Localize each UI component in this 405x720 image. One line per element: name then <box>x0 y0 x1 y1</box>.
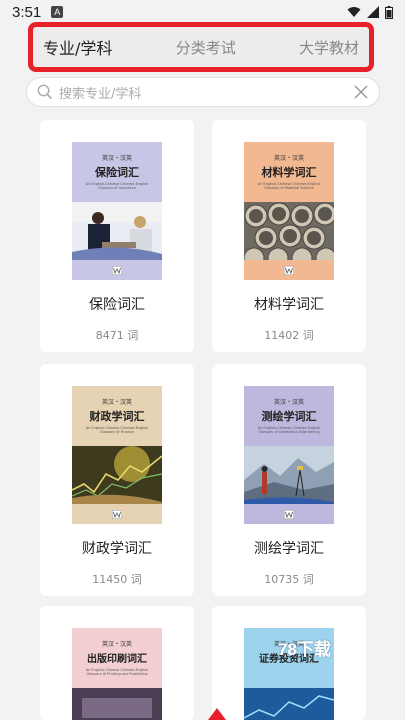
book-card[interactable]: 英汉・汉英 保险词汇 An English-Chinese Chinese-En… <box>40 120 194 352</box>
book-card[interactable]: 英汉・汉英 材料学词汇 An English-Chinese Chinese-E… <box>212 120 366 352</box>
cover-english-title: An English-Chinese Chinese-English Gloss… <box>85 182 149 190</box>
publisher-logo-icon <box>284 266 294 275</box>
book-title: 测绘学词汇 <box>254 541 324 557</box>
cover-subtitle: 英汉・汉英 <box>101 641 132 648</box>
category-tab-bar: 专业/学科 分类考试 大学教材 <box>28 22 374 72</box>
clear-icon[interactable] <box>353 84 369 100</box>
publisher-logo-icon <box>112 510 122 519</box>
cover-title: 测绘学词汇 <box>261 410 317 423</box>
cover-photo-stock-chart <box>72 446 162 504</box>
book-cover-geomatics: 英汉・汉英 测绘学词汇 An English-Chinese Chinese-E… <box>244 386 334 524</box>
notification-a-icon: A <box>51 6 64 18</box>
book-card[interactable]: 英汉・汉英 证券投资词汇 <box>212 606 366 720</box>
cover-photo-securities <box>244 688 334 720</box>
book-cover-insurance: 英汉・汉英 保险词汇 An English-Chinese Chinese-En… <box>72 142 162 280</box>
tab-major-subject[interactable]: 专业/学科 <box>43 35 112 59</box>
cover-title: 材料学词汇 <box>261 166 317 179</box>
cover-photo-meeting <box>72 202 162 260</box>
search-icon <box>37 84 53 100</box>
word-count: 10735 词 <box>264 573 314 586</box>
book-cover-finance: 英汉・汉英 财政学词汇 An English-Chinese Chinese-E… <box>72 386 162 524</box>
word-count: 11450 词 <box>92 573 142 586</box>
cover-subtitle: 英汉・汉英 <box>101 399 132 406</box>
cover-english-title: An English-Chinese Chinese-English Gloss… <box>85 668 149 676</box>
book-title: 财政学词汇 <box>82 541 152 557</box>
cover-title: 保险词汇 <box>95 166 139 179</box>
book-card[interactable]: 英汉・汉英 测绘学词汇 An English-Chinese Chinese-E… <box>212 364 366 596</box>
status-time: 3:51 <box>12 3 42 21</box>
signal-icon <box>367 6 379 18</box>
status-bar: 3:51 A <box>0 0 405 24</box>
book-card[interactable]: 英汉・汉英 出版印刷词汇 An English-Chinese Chinese-… <box>40 606 194 720</box>
tab-exam-category[interactable]: 分类考试 <box>176 37 236 58</box>
cover-title: 出版印刷词汇 <box>87 654 147 665</box>
cover-photo-surveyors <box>244 446 334 504</box>
cover-english-title: An English-Chinese Chinese-English Gloss… <box>257 182 321 190</box>
book-cover-materials: 英汉・汉英 材料学词汇 An English-Chinese Chinese-E… <box>244 142 334 280</box>
battery-icon <box>385 5 393 19</box>
cover-subtitle: 英汉・汉英 <box>273 155 304 162</box>
book-cover-publishing: 英汉・汉英 出版印刷词汇 An English-Chinese Chinese-… <box>72 628 162 720</box>
search-placeholder: 搜索专业/学科 <box>59 86 142 102</box>
search-input[interactable]: 搜索专业/学科 <box>26 77 380 107</box>
word-count: 11402 词 <box>264 329 314 342</box>
cover-photo-printing <box>72 688 162 720</box>
cover-photo-pipes <box>244 202 334 260</box>
publisher-logo-icon <box>284 510 294 519</box>
scroll-indicator-icon <box>208 708 226 720</box>
cover-english-title: An English-Chinese Chinese-English Gloss… <box>85 426 149 434</box>
book-title: 保险词汇 <box>89 297 145 313</box>
book-title: 材料学词汇 <box>254 297 324 313</box>
watermark-text: 78下载 <box>278 640 331 659</box>
cover-subtitle: 英汉・汉英 <box>273 399 304 406</box>
book-card[interactable]: 英汉・汉英 财政学词汇 An English-Chinese Chinese-E… <box>40 364 194 596</box>
wifi-icon <box>347 7 361 17</box>
tab-university-textbook[interactable]: 大学教材 <box>299 37 359 58</box>
word-count: 8471 词 <box>95 329 139 342</box>
cover-title: 财政学词汇 <box>89 410 145 423</box>
cover-english-title: An English-Chinese Chinese-English Gloss… <box>257 426 321 434</box>
cover-subtitle: 英汉・汉英 <box>101 155 132 162</box>
publisher-logo-icon <box>112 266 122 275</box>
